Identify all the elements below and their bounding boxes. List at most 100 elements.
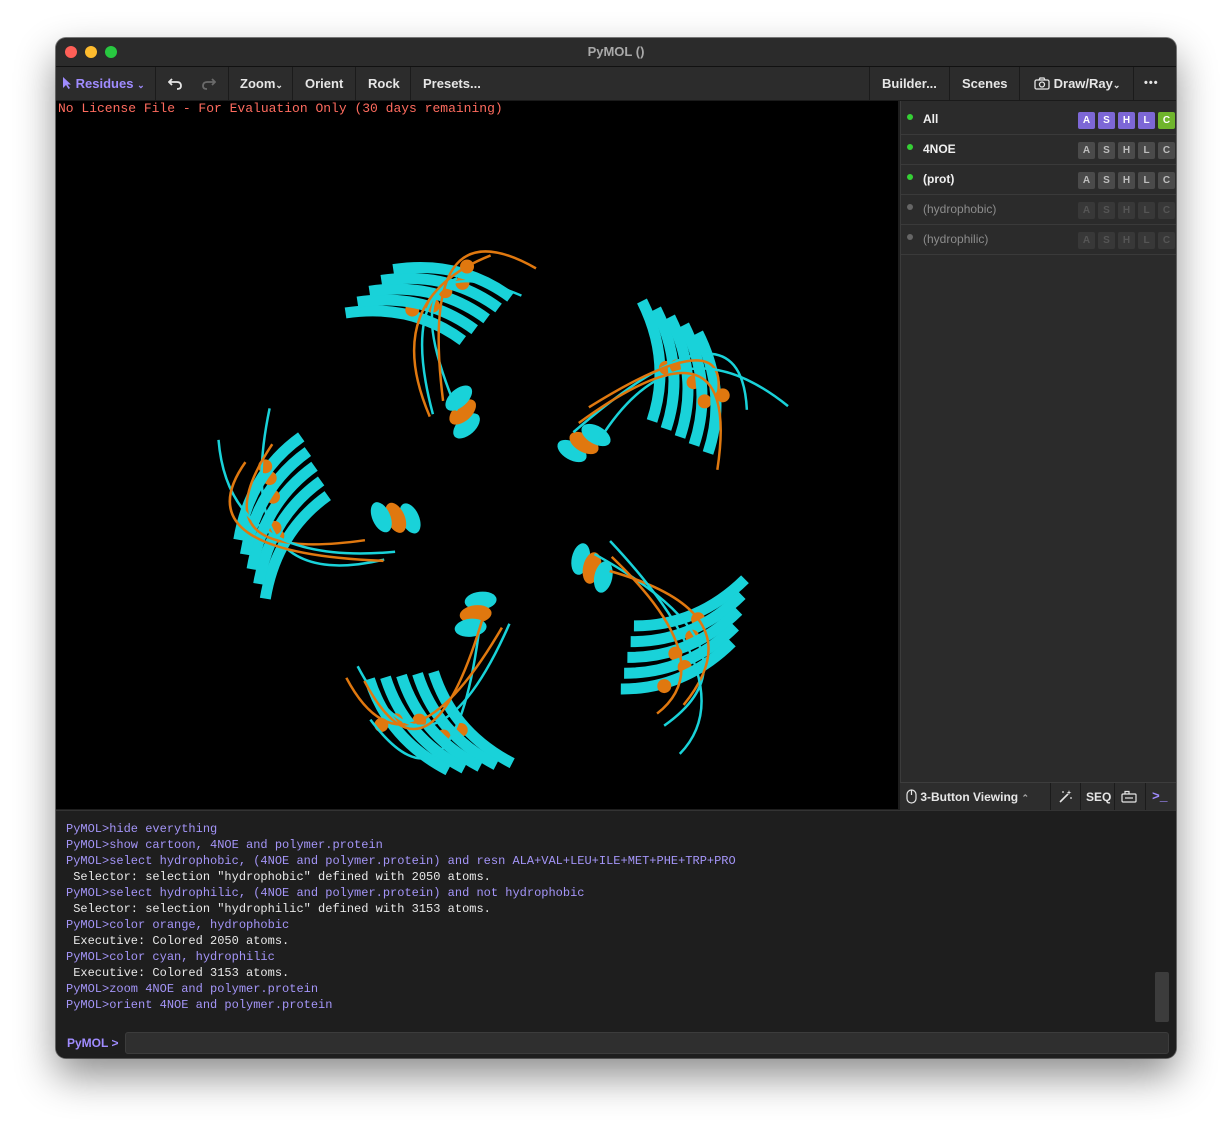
builder-button[interactable]: Builder... xyxy=(882,67,937,100)
wizard-button[interactable] xyxy=(1058,783,1073,811)
action-button[interactable]: A xyxy=(1078,112,1095,129)
object-row-4noe[interactable]: 4NOE ASHLC xyxy=(901,134,1176,165)
command-prompt: PyMOL > xyxy=(67,1036,119,1050)
scenes-button[interactable]: Scenes xyxy=(962,67,1008,100)
title-bar: PyMOL () xyxy=(56,38,1176,67)
selection-mode-label: Residues xyxy=(75,76,134,91)
object-row-hydrophobic[interactable]: (hydrophobic) ASHLC xyxy=(901,194,1176,225)
object-name: (hydrophobic) xyxy=(923,202,997,216)
action-button[interactable]: A xyxy=(1078,172,1095,189)
enabled-indicator[interactable] xyxy=(907,234,913,240)
undo-icon xyxy=(167,78,182,90)
label-button[interactable]: L xyxy=(1138,172,1155,189)
object-action-buttons: ASHLC xyxy=(1075,110,1175,129)
show-button[interactable]: S xyxy=(1098,142,1115,159)
magic-wand-icon xyxy=(1059,790,1072,803)
object-panel: All ASHLC 4NOE ASHLC (prot) ASHLC (hydro… xyxy=(900,101,1176,782)
chevron-down-icon: ⌄ xyxy=(1112,80,1121,90)
console-command-line: PyMOL>color orange, hydrophobic xyxy=(66,918,290,932)
enabled-indicator[interactable] xyxy=(907,144,913,150)
redo-icon xyxy=(202,78,217,90)
enabled-indicator[interactable] xyxy=(907,204,913,210)
object-row-hydrophilic[interactable]: (hydrophilic) ASHLC xyxy=(901,224,1176,255)
protein-cartoon-render xyxy=(217,250,789,776)
chevron-down-icon: ⌄ xyxy=(137,80,145,90)
console-command-line: PyMOL>select hydrophobic, (4NOE and poly… xyxy=(66,854,736,868)
redo-button[interactable] xyxy=(201,67,217,100)
label-button[interactable]: L xyxy=(1138,142,1155,159)
action-button[interactable]: A xyxy=(1078,232,1095,249)
command-input[interactable] xyxy=(125,1032,1169,1054)
console-command-line: PyMOL>color cyan, hydrophilic xyxy=(66,950,275,964)
console-command-line: PyMOL>hide everything xyxy=(66,822,218,836)
color-button[interactable]: C xyxy=(1158,112,1175,129)
color-button[interactable]: C xyxy=(1158,142,1175,159)
object-name: 4NOE xyxy=(923,142,956,156)
sequence-toggle-button[interactable]: SEQ xyxy=(1086,783,1111,811)
undo-button[interactable] xyxy=(167,67,183,100)
draw-ray-label: Draw/Ray xyxy=(1053,76,1113,91)
window-title: PyMOL () xyxy=(587,44,645,59)
console-scrollbar[interactable] xyxy=(1155,972,1169,1022)
mouse-icon xyxy=(906,789,917,804)
mouse-mode-dropdown[interactable]: 3-Button Viewing ⌃ xyxy=(906,783,1029,811)
object-action-buttons: ASHLC xyxy=(1075,140,1175,159)
console-toggle-button[interactable]: >_ xyxy=(1152,783,1168,811)
object-action-buttons: ASHLC xyxy=(1075,170,1175,189)
hide-button[interactable]: H xyxy=(1118,172,1135,189)
object-row-prot[interactable]: (prot) ASHLC xyxy=(901,164,1176,195)
toolbar: Residues ⌄ Zoom⌄ Orient Rock Presets... … xyxy=(56,67,1176,101)
console-command-line: PyMOL>orient 4NOE and polymer.protein xyxy=(66,998,333,1012)
show-button[interactable]: S xyxy=(1098,232,1115,249)
chevron-up-icon: ⌃ xyxy=(1021,793,1030,803)
label-button[interactable]: L xyxy=(1138,202,1155,219)
hide-button[interactable]: H xyxy=(1118,202,1135,219)
console-command-line: PyMOL>zoom 4NOE and polymer.protein xyxy=(66,982,319,996)
show-button[interactable]: S xyxy=(1098,172,1115,189)
hydrophobic-patch xyxy=(657,679,672,694)
viewer-bottom-bar: 3-Button Viewing ⌃ SEQ >_ xyxy=(900,782,1176,811)
movie-camera-icon xyxy=(1121,790,1137,803)
console-output-line: Executive: Colored 2050 atoms. xyxy=(66,934,290,948)
object-row-all[interactable]: All ASHLC xyxy=(901,104,1176,135)
action-button[interactable]: A xyxy=(1078,142,1095,159)
license-warning: No License File - For Evaluation Only (3… xyxy=(58,101,503,116)
chevron-down-icon: ⌄ xyxy=(275,80,283,90)
command-input-row: PyMOL > xyxy=(56,1030,1176,1058)
console-panel: PyMOL>hide everything PyMOL>show cartoon,… xyxy=(56,810,1176,1058)
action-button[interactable]: A xyxy=(1078,202,1095,219)
rock-button[interactable]: Rock xyxy=(368,67,400,100)
object-name: (prot) xyxy=(923,172,955,186)
show-button[interactable]: S xyxy=(1098,112,1115,129)
console-output-line: Selector: selection "hydrophilic" define… xyxy=(66,902,491,916)
presets-button[interactable]: Presets... xyxy=(423,67,481,100)
hide-button[interactable]: H xyxy=(1118,112,1135,129)
zoom-label: Zoom xyxy=(240,76,276,91)
draw-ray-button[interactable]: Draw/Ray⌄ xyxy=(1034,67,1120,100)
more-options-button[interactable]: ••• xyxy=(1144,67,1159,100)
hide-button[interactable]: H xyxy=(1118,232,1135,249)
object-name: (hydrophilic) xyxy=(923,232,989,246)
orient-button[interactable]: Orient xyxy=(305,67,343,100)
zoom-button[interactable]: Zoom⌄ xyxy=(240,67,283,100)
color-button[interactable]: C xyxy=(1158,172,1175,189)
camera-icon xyxy=(1034,77,1050,90)
console-output-line: Executive: Colored 3153 atoms. xyxy=(66,966,290,980)
console-output-line: Selector: selection "hydrophobic" define… xyxy=(66,870,491,884)
hydrophobic-patch xyxy=(697,394,712,409)
enabled-indicator[interactable] xyxy=(907,174,913,180)
selection-mode-dropdown[interactable]: Residues ⌄ xyxy=(62,67,145,100)
color-button[interactable]: C xyxy=(1158,232,1175,249)
console-log: PyMOL>hide everything PyMOL>show cartoon,… xyxy=(66,821,1146,1013)
hide-button[interactable]: H xyxy=(1118,142,1135,159)
movie-button[interactable] xyxy=(1121,783,1137,811)
object-name: All xyxy=(923,112,939,126)
label-button[interactable]: L xyxy=(1138,112,1155,129)
show-button[interactable]: S xyxy=(1098,202,1115,219)
mouse-mode-label: 3-Button Viewing xyxy=(920,790,1019,804)
object-action-buttons: ASHLC xyxy=(1075,200,1175,219)
label-button[interactable]: L xyxy=(1138,232,1155,249)
molecular-viewport[interactable]: No License File - For Evaluation Only (3… xyxy=(56,101,898,809)
enabled-indicator[interactable] xyxy=(907,114,913,120)
color-button[interactable]: C xyxy=(1158,202,1175,219)
